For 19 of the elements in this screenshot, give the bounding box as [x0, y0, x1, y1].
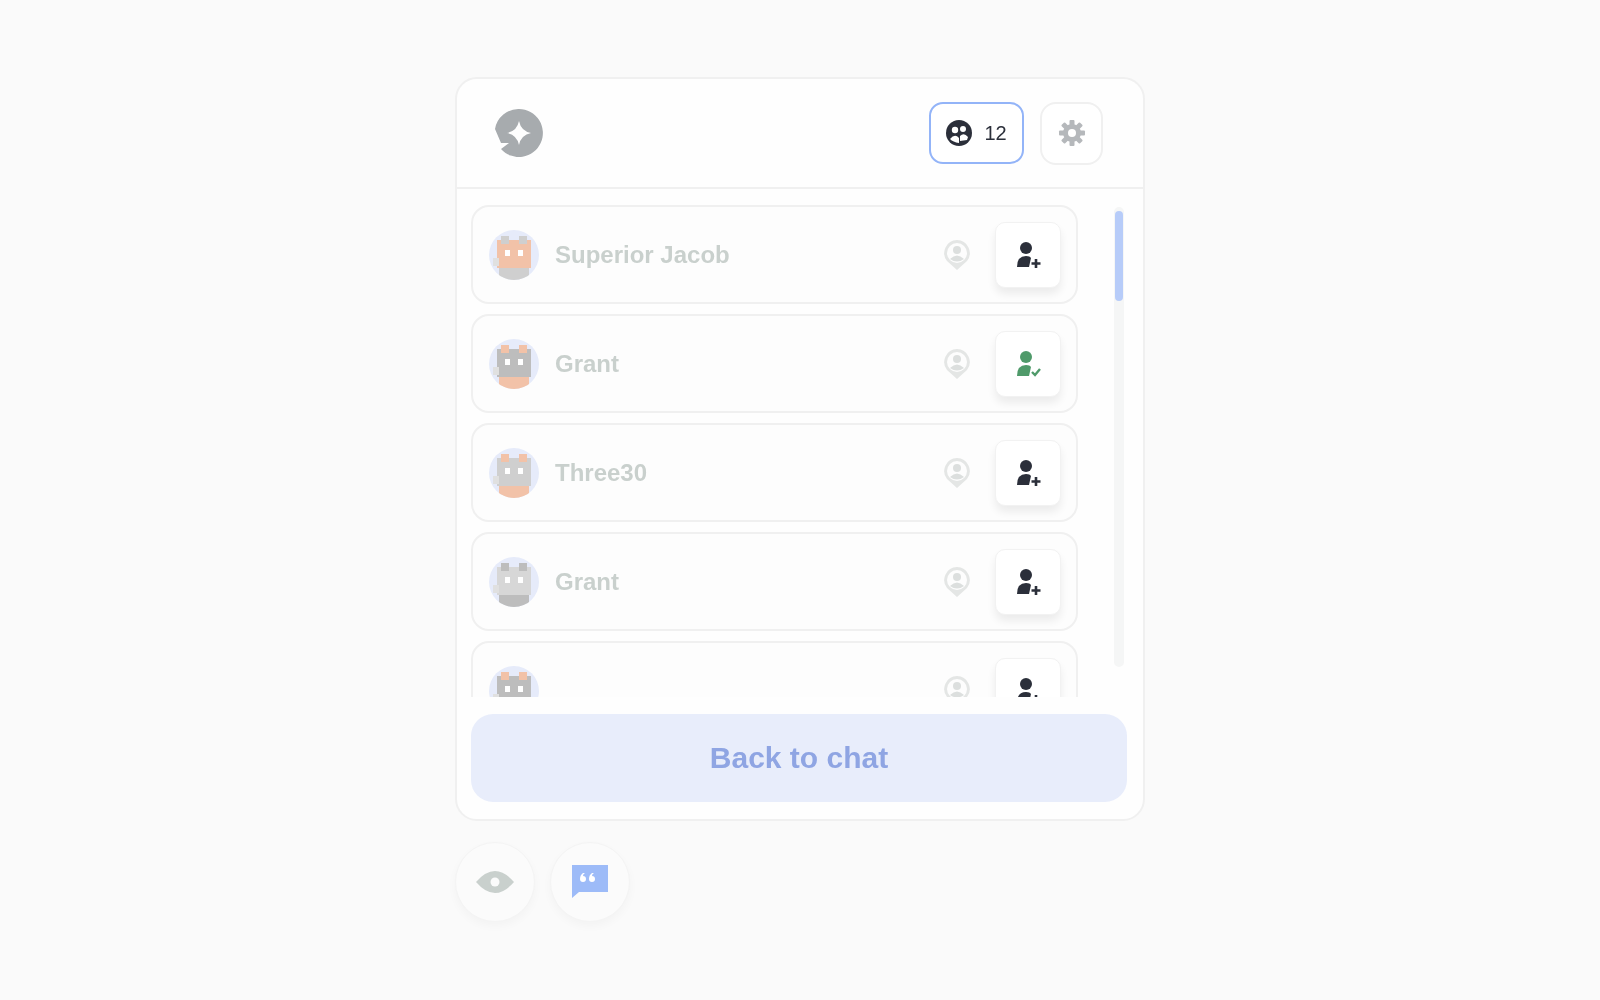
settings-icon	[1057, 119, 1086, 147]
member-count: 12	[984, 121, 1007, 145]
logo-icon	[495, 109, 543, 157]
location-pin-icon	[943, 347, 971, 380]
friend-added-button[interactable]	[995, 330, 1061, 397]
add-friend-button[interactable]	[995, 221, 1061, 288]
people-icon	[946, 120, 973, 146]
location-pin-icon	[943, 674, 971, 697]
settings-button[interactable]	[1040, 101, 1103, 165]
quote-bubble-icon	[572, 865, 608, 899]
scrollbar-thumb[interactable]	[1115, 211, 1123, 301]
back-to-chat-button[interactable]: Back to chat	[471, 714, 1127, 802]
add-friend-button[interactable]	[995, 548, 1061, 615]
location-pin-icon	[943, 456, 971, 489]
location-pin-icon	[943, 238, 971, 271]
location-pin-icon	[943, 565, 971, 598]
members-button[interactable]: 12	[929, 102, 1024, 164]
add-friend-button[interactable]	[995, 439, 1061, 506]
eye-icon	[475, 870, 515, 894]
